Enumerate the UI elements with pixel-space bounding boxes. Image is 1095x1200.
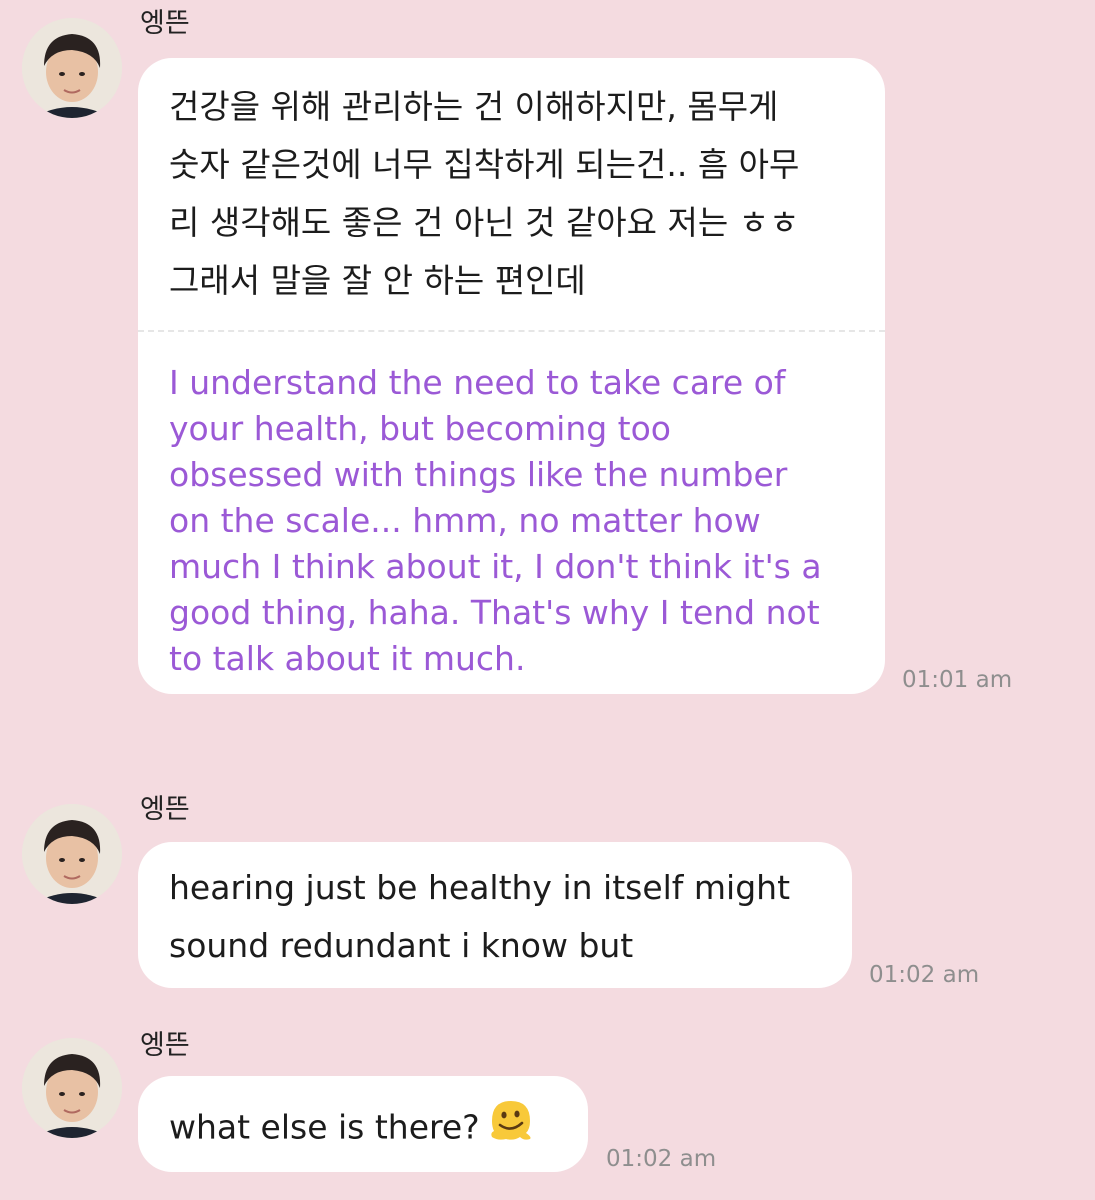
message-text: hearing just be healthy in itself might … — [169, 868, 791, 965]
message-bubble[interactable]: 건강을 위해 관리하는 건 이해하지만, 몸무게 숫자 같은것에 너무 집착하게… — [138, 58, 885, 694]
sender-name: 엥뜬 — [140, 1030, 190, 1061]
message-timestamp: 01:01 am — [902, 667, 1013, 693]
avatar[interactable] — [22, 804, 122, 904]
melting-face-icon — [486, 1095, 536, 1163]
message-translation-text: I understand the need to take care of yo… — [169, 363, 822, 678]
message-group-3: 엥뜬 what else is there? 01:02 am — [0, 1020, 1095, 1200]
message-bubble[interactable]: hearing just be healthy in itself might … — [138, 842, 852, 988]
message-timestamp: 01:02 am — [606, 1146, 717, 1172]
avatar[interactable] — [22, 1038, 122, 1138]
message-original-text: 건강을 위해 관리하는 건 이해하지만, 몸무게 숫자 같은것에 너무 집착하게… — [169, 87, 800, 300]
message-group-1: 엥뜬 건강을 위해 관리하는 건 이해하지만, 몸무게 숫자 같은것에 너무 집… — [0, 0, 1095, 700]
message-bubble[interactable]: what else is there? — [138, 1076, 588, 1172]
message-text-row: what else is there? — [138, 1076, 588, 1163]
message-timestamp: 01:02 am — [869, 962, 980, 988]
avatar[interactable] — [22, 18, 122, 118]
sender-name: 엥뜬 — [140, 8, 190, 39]
message-group-2: 엥뜬 hearing just be healthy in itself mig… — [0, 780, 1095, 1000]
message-text: what else is there? — [169, 1107, 480, 1147]
sender-name: 엥뜬 — [140, 794, 190, 825]
